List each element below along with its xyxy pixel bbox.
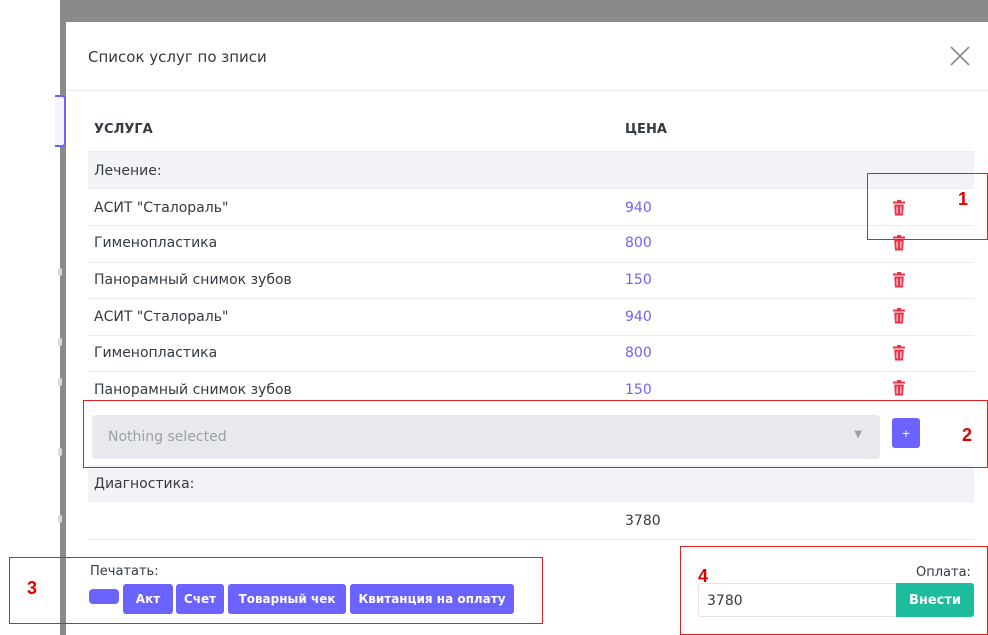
annotation-box-2 bbox=[83, 400, 988, 468]
row-divider bbox=[88, 298, 974, 299]
modal-title: Список услуг по зписи bbox=[88, 48, 267, 66]
background-mark bbox=[58, 378, 62, 386]
service-price: 800 bbox=[625, 235, 652, 251]
row-divider bbox=[88, 539, 974, 540]
service-name: АСИТ "Сталораль" bbox=[94, 200, 229, 216]
annotation-number-1: 1 bbox=[958, 189, 969, 209]
row-divider bbox=[88, 501, 974, 502]
annotation-number-4: 4 bbox=[698, 566, 709, 586]
modal-header: Список услуг по зписи bbox=[66, 22, 988, 91]
row-divider bbox=[88, 371, 974, 372]
background-page bbox=[0, 0, 60, 635]
annotation-number-3: 3 bbox=[27, 578, 38, 598]
service-name: Гименопластика bbox=[94, 235, 218, 251]
row-divider bbox=[88, 188, 974, 189]
group-band bbox=[88, 465, 974, 501]
service-name: АСИТ "Сталораль" bbox=[94, 309, 229, 325]
delete-service-button[interactable] bbox=[892, 272, 906, 288]
background-mark bbox=[58, 448, 62, 456]
group-band bbox=[88, 152, 974, 188]
service-price: 800 bbox=[625, 345, 652, 361]
service-price: 940 bbox=[625, 200, 652, 216]
total-price: 3780 bbox=[625, 513, 661, 529]
background-mark bbox=[58, 338, 62, 346]
delete-service-button[interactable] bbox=[892, 380, 906, 396]
annotation-box-1 bbox=[867, 173, 988, 240]
trash-icon bbox=[893, 308, 905, 324]
modal-backdrop-top bbox=[60, 0, 988, 22]
trash-icon bbox=[893, 272, 905, 288]
row-divider bbox=[88, 335, 974, 336]
column-header-price: ЦЕНА bbox=[625, 122, 667, 137]
services-modal: Список услуг по зписи УСЛУГА ЦЕНА Лечени… bbox=[66, 22, 988, 635]
background-tab bbox=[55, 95, 66, 147]
close-button[interactable] bbox=[946, 42, 974, 70]
service-price: 940 bbox=[625, 309, 652, 325]
background-mark bbox=[58, 268, 62, 276]
column-header-service: УСЛУГА bbox=[94, 122, 153, 137]
service-name: Гименопластика bbox=[94, 345, 218, 361]
delete-service-button[interactable] bbox=[892, 345, 906, 361]
trash-icon bbox=[893, 380, 905, 396]
annotation-box-4 bbox=[680, 546, 988, 635]
annotation-number-2: 2 bbox=[962, 425, 973, 445]
service-name: Панорамный снимок зубов bbox=[94, 382, 292, 398]
row-divider bbox=[88, 262, 974, 263]
annotation-box-3 bbox=[9, 557, 543, 624]
background-mark bbox=[58, 515, 62, 523]
delete-service-button[interactable] bbox=[892, 308, 906, 324]
service-price: 150 bbox=[625, 272, 652, 288]
group-label-diagnostics: Диагностика: bbox=[94, 476, 195, 492]
trash-icon bbox=[893, 345, 905, 361]
service-price: 150 bbox=[625, 382, 652, 398]
close-icon bbox=[950, 46, 970, 66]
row-divider bbox=[88, 225, 974, 226]
service-name: Панорамный снимок зубов bbox=[94, 272, 292, 288]
group-label-treatment: Лечение: bbox=[94, 163, 162, 179]
